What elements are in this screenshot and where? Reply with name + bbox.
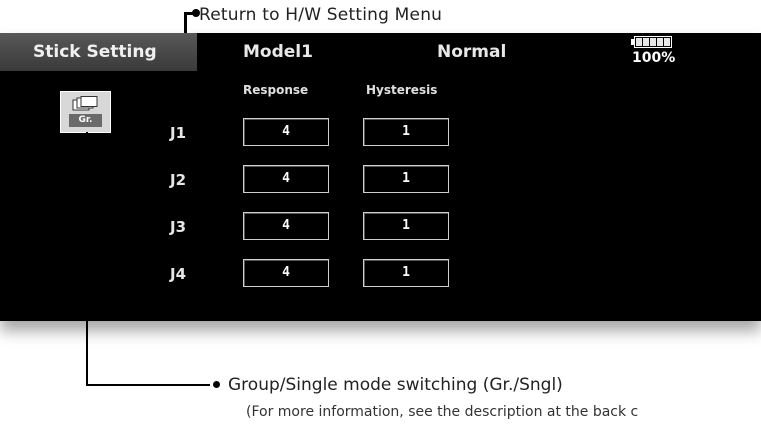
hysteresis-value-j4[interactable]: 1	[363, 259, 449, 287]
condition-name: Normal	[437, 42, 507, 62]
row-label-j1: J1	[170, 124, 187, 142]
group-callout-dot	[213, 381, 220, 388]
row-label-j4: J4	[170, 265, 187, 283]
return-callout-text: Return to H/W Setting Menu	[199, 5, 443, 25]
group-callout-text: Group/Single mode switching (Gr./Sngl)	[228, 375, 563, 395]
response-value-j3[interactable]: 4	[243, 212, 329, 240]
row-label-j2: J2	[170, 171, 187, 189]
row-label-j3: J3	[170, 218, 187, 236]
battery-percent: 100%	[632, 50, 676, 66]
title-tab-button[interactable]: Stick Setting	[0, 33, 197, 71]
stick-setting-screen: Stick Setting Model1 Normal 100% Gr. Res…	[0, 33, 761, 321]
group-mode-label: Gr.	[69, 114, 102, 127]
hysteresis-value-j3[interactable]: 1	[363, 212, 449, 240]
group-callout-line-v	[86, 132, 88, 385]
group-callout-note: (For more information, see the descripti…	[246, 404, 639, 420]
hysteresis-value-j1[interactable]: 1	[363, 118, 449, 146]
hysteresis-column-header: Hysteresis	[366, 83, 438, 97]
battery-icon	[634, 36, 672, 48]
response-value-j4[interactable]: 4	[243, 259, 329, 287]
hysteresis-value-j2[interactable]: 1	[363, 165, 449, 193]
response-value-j2[interactable]: 4	[243, 165, 329, 193]
response-column-header: Response	[243, 83, 309, 97]
group-callout-line-h	[86, 384, 210, 386]
group-single-toggle-button[interactable]: Gr.	[60, 91, 111, 133]
model-name: Model1	[243, 42, 313, 62]
response-value-j1[interactable]: 4	[243, 118, 329, 146]
folder-icon	[72, 96, 98, 111]
